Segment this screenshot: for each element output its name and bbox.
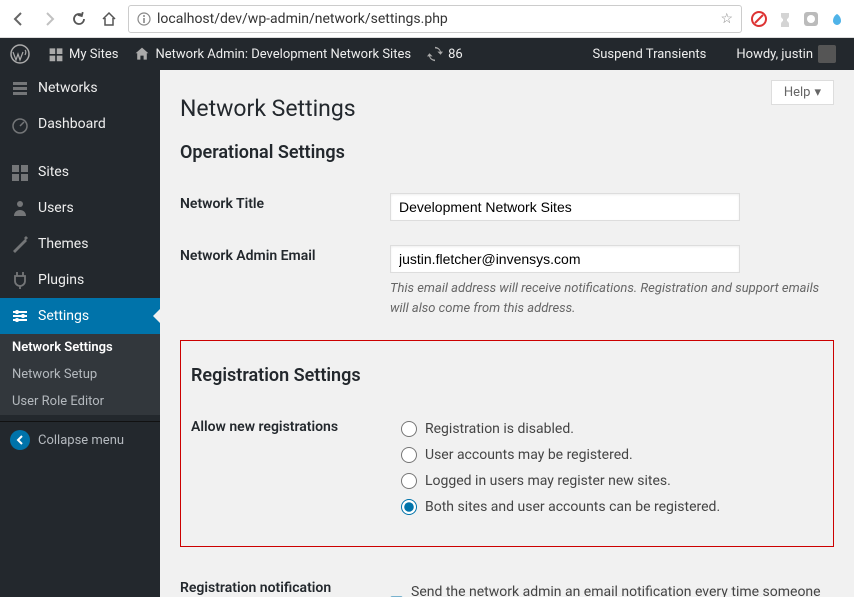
sidebar-item-label: Dashboard xyxy=(38,116,106,132)
back-button[interactable] xyxy=(8,8,30,30)
wp-admin-bar: My Sites Network Admin: Development Netw… xyxy=(0,38,854,70)
sidebar-item-label: Plugins xyxy=(38,272,84,288)
browser-toolbar: localhost/dev/wp-admin/network/settings.… xyxy=(0,0,854,38)
sidebar-item-label: Settings xyxy=(38,308,89,324)
section-registration-settings: Registration Settings xyxy=(191,365,823,386)
url-bar[interactable]: localhost/dev/wp-admin/network/settings.… xyxy=(128,5,742,33)
network-admin-menu[interactable]: Network Admin: Development Network Sites xyxy=(126,46,419,62)
help-tab[interactable]: Help ▾ xyxy=(771,80,834,105)
network-admin-label: Network Admin: Development Network Sites xyxy=(155,47,411,62)
sidebar-item-themes[interactable]: Themes xyxy=(0,226,160,262)
suspend-transients[interactable]: Suspend Transients xyxy=(585,47,715,62)
admin-sidebar: Networks Dashboard Sites Users Themes Pl… xyxy=(0,70,160,597)
themes-icon xyxy=(10,234,30,254)
registration-settings-highlight: Registration Settings Allow new registra… xyxy=(180,340,834,547)
my-sites-label: My Sites xyxy=(69,47,118,62)
updates-icon xyxy=(427,46,443,62)
site-info-icon[interactable] xyxy=(137,12,151,26)
admin-email-description: This email address will receive notifica… xyxy=(390,279,820,318)
settings-submenu: Network Settings Network Setup User Role… xyxy=(0,334,160,415)
dashboard-icon xyxy=(10,114,30,134)
registration-notification-label: Registration notification xyxy=(180,565,380,597)
url-text: localhost/dev/wp-admin/network/settings.… xyxy=(157,11,448,27)
reg-option-user-accounts[interactable]: User accounts may be registered. xyxy=(401,442,813,468)
my-sites-menu[interactable]: My Sites xyxy=(40,46,126,62)
sidebar-item-label: Themes xyxy=(38,236,88,252)
bookmark-star-icon[interactable]: ☆ xyxy=(720,11,733,27)
main-content: Help ▾ Network Settings Operational Sett… xyxy=(160,70,854,597)
sidebar-item-networks[interactable]: Networks xyxy=(0,70,160,106)
submenu-network-setup[interactable]: Network Setup xyxy=(0,361,160,388)
sidebar-item-users[interactable]: Users xyxy=(0,190,160,226)
admin-email-label: Network Admin Email xyxy=(180,233,380,330)
reg-radio-users[interactable] xyxy=(401,447,417,463)
submenu-user-role-editor[interactable]: User Role Editor xyxy=(0,388,160,415)
chevron-down-icon: ▾ xyxy=(814,85,821,100)
extension-icons xyxy=(750,10,846,28)
page-title: Network Settings xyxy=(180,95,834,122)
updates-count: 86 xyxy=(448,47,463,62)
network-title-input[interactable] xyxy=(390,193,740,221)
home-button[interactable] xyxy=(98,8,120,30)
avatar xyxy=(818,45,836,63)
extension-icon-3[interactable] xyxy=(802,10,820,28)
collapse-label: Collapse menu xyxy=(38,433,124,448)
sidebar-item-plugins[interactable]: Plugins xyxy=(0,262,160,298)
registration-notification-option[interactable]: Send the network admin an email notifica… xyxy=(390,577,824,597)
plugins-icon xyxy=(10,270,30,290)
forward-button[interactable] xyxy=(38,8,60,30)
reg-option-disabled[interactable]: Registration is disabled. xyxy=(401,416,813,442)
extension-icon-2[interactable] xyxy=(776,10,794,28)
reg-radio-both[interactable] xyxy=(401,499,417,515)
sites-icon xyxy=(48,46,64,62)
users-icon xyxy=(10,198,30,218)
allow-registrations-label: Allow new registrations xyxy=(191,404,391,532)
sidebar-item-sites[interactable]: Sites xyxy=(0,154,160,190)
collapse-menu[interactable]: Collapse menu xyxy=(0,421,160,458)
extension-icon-1[interactable] xyxy=(750,10,768,28)
network-title-label: Network Title xyxy=(180,181,380,233)
howdy-label: Howdy, justin xyxy=(736,47,813,62)
reg-option-logged-in-sites[interactable]: Logged in users may register new sites. xyxy=(401,468,813,494)
sidebar-item-label: Networks xyxy=(38,80,98,96)
howdy-menu[interactable]: Howdy, justin xyxy=(728,45,844,63)
sidebar-item-settings[interactable]: Settings xyxy=(0,298,160,334)
submenu-network-settings[interactable]: Network Settings xyxy=(0,334,160,361)
reg-radio-logged-in[interactable] xyxy=(401,473,417,489)
sidebar-item-label: Sites xyxy=(38,164,69,180)
settings-icon xyxy=(10,306,30,326)
reg-option-both[interactable]: Both sites and user accounts can be regi… xyxy=(401,494,813,520)
extension-icon-4[interactable] xyxy=(828,10,846,28)
collapse-icon xyxy=(10,430,30,450)
updates-menu[interactable]: 86 xyxy=(419,46,471,62)
admin-email-input[interactable] xyxy=(390,245,740,273)
sidebar-item-label: Users xyxy=(38,200,74,216)
section-operational-settings: Operational Settings xyxy=(180,142,834,163)
reg-radio-disabled[interactable] xyxy=(401,421,417,437)
wp-logo-icon[interactable] xyxy=(10,44,30,64)
home-icon xyxy=(134,46,150,62)
sites-admin-icon xyxy=(10,162,30,182)
sidebar-item-dashboard[interactable]: Dashboard xyxy=(0,106,160,142)
reload-button[interactable] xyxy=(68,8,90,30)
networks-icon xyxy=(10,78,30,98)
